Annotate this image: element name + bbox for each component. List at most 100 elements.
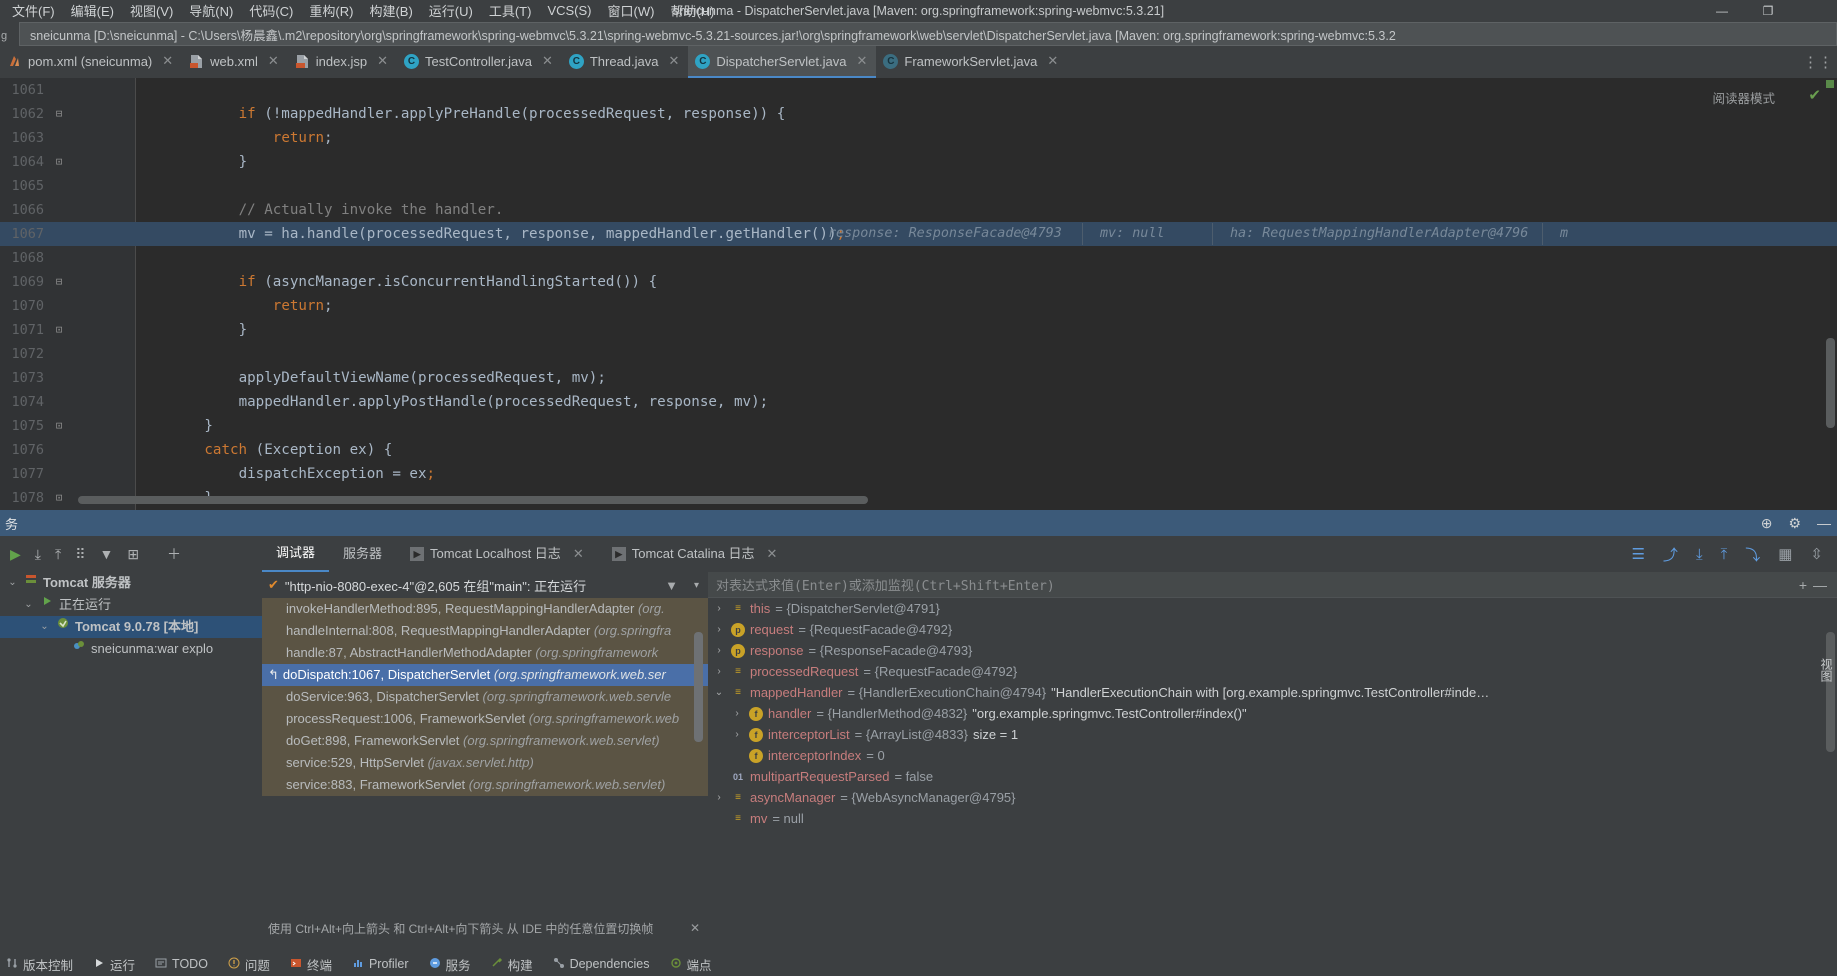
inspection-ok-icon[interactable]: ✔ xyxy=(1808,86,1821,104)
stack-frame-3[interactable]: ↰ doDispatch:1067, DispatcherServlet (org… xyxy=(262,664,708,686)
chevron-right-icon[interactable]: › xyxy=(730,703,744,724)
step-over-icon[interactable]: ⤴ xyxy=(1663,544,1678,565)
run-to-cursor-icon[interactable]: ⤵ xyxy=(1745,544,1760,565)
group-icon[interactable]: ⠿ xyxy=(75,546,85,563)
inline-debug-hint[interactable]: response: ResponseFacade@4793 xyxy=(828,222,1062,246)
stack-frame-0[interactable]: invokeHandlerMethod:895, RequestMappingH… xyxy=(262,598,708,620)
stack-frame-7[interactable]: service:529, HttpServlet (javax.servlet.… xyxy=(262,752,708,774)
code-line[interactable]: 1073 applyDefaultViewName(processedReques… xyxy=(0,366,1837,390)
variable-row-3[interactable]: › ≡ processedRequest = {RequestFacade@4792… xyxy=(708,661,1837,682)
fold-marker-icon[interactable]: ⊡ xyxy=(52,486,66,510)
project-path-field[interactable]: sneicunma [D:\sneicunma] - C:\Users\杨晨鑫\… xyxy=(19,22,1837,46)
menu-item-4[interactable]: 代码(C) xyxy=(241,0,301,22)
variable-row-5[interactable]: › f handler = {HandlerMethod@4832} "org.ex… xyxy=(708,703,1837,724)
close-icon[interactable]: ✕ xyxy=(542,53,553,69)
chevron-down-icon[interactable]: ⌄ xyxy=(6,572,19,594)
close-icon[interactable]: ✕ xyxy=(377,53,388,69)
debug-tab-0[interactable]: 调试器 xyxy=(262,536,330,572)
expand-all-icon[interactable]: ⤓ xyxy=(35,546,41,563)
menu-item-10[interactable]: 窗口(W) xyxy=(600,0,663,22)
variables-side-note[interactable]: 视图 xyxy=(1818,658,1835,682)
code-line[interactable]: 1062 ⊟ if (!mappedHandler.applyPreHandle(p… xyxy=(0,102,1837,126)
code-line[interactable]: 1070 return; xyxy=(0,294,1837,318)
close-icon[interactable]: ✕ xyxy=(573,536,584,572)
tab-overflow-icon[interactable]: ⋮⋮ xyxy=(1803,53,1833,71)
variables-panel[interactable]: 对表达式求值(Enter)或添加监视(Ctrl+Shift+Enter) + —… xyxy=(708,572,1837,940)
debug-tab-1[interactable]: 服务器 xyxy=(329,536,396,572)
chevron-down-icon[interactable]: ▾ xyxy=(694,580,699,591)
menu-item-9[interactable]: VCS(S) xyxy=(539,1,599,20)
thread-selector[interactable]: ✔ "http-nio-8080-exec-4"@2,605 在组"main":… xyxy=(262,572,708,598)
editor-tab-3[interactable]: C TestController.java ✕ xyxy=(397,46,562,78)
code-line[interactable]: 1061 xyxy=(0,78,1837,102)
menu-item-3[interactable]: 导航(N) xyxy=(181,0,241,22)
close-icon[interactable]: ✕ xyxy=(690,921,700,935)
code-line[interactable]: 1069 ⊟ if (asyncManager.isConcurrentHandli… xyxy=(0,270,1837,294)
status-bar-item-8[interactable]: Dependencies xyxy=(553,957,650,972)
code-line[interactable]: 1075 ⊡} xyxy=(0,414,1837,438)
variable-row-4[interactable]: ⌄ ≡ mappedHandler = {HandlerExecutionChain… xyxy=(708,682,1837,703)
code-line[interactable]: 1063 return; xyxy=(0,126,1837,150)
restore-button[interactable]: ❐ xyxy=(1745,0,1791,21)
chevron-right-icon[interactable]: › xyxy=(712,787,726,808)
editor-vertical-scrollbar[interactable] xyxy=(1826,338,1835,428)
minimize-button[interactable]: — xyxy=(1699,0,1745,21)
debug-tab-3[interactable]: ▶ Tomcat Catalina 日志 ✕ xyxy=(598,536,792,572)
variable-row-9[interactable]: › ≡ asyncManager = {WebAsyncManager@4795} xyxy=(708,787,1837,808)
variable-row-8[interactable]: 01 multipartRequestParsed = false xyxy=(708,766,1837,787)
code-line[interactable]: 1071 ⊡} xyxy=(0,318,1837,342)
code-line[interactable]: 1064 ⊡} xyxy=(0,150,1837,174)
status-bar-item-1[interactable]: 运行 xyxy=(93,955,135,974)
menu-item-0[interactable]: 文件(F) xyxy=(4,0,63,22)
services-tree-item-1[interactable]: ⌄ 正在运行 xyxy=(0,594,262,616)
code-line[interactable]: 1065 xyxy=(0,174,1837,198)
step-out-icon[interactable]: ⤒ xyxy=(1721,546,1728,563)
frames-panel[interactable]: ✔ "http-nio-8080-exec-4"@2,605 在组"main":… xyxy=(262,572,708,940)
services-tree-item-3[interactable]: sneicunma:war explo xyxy=(0,638,262,660)
code-line[interactable]: 1072 xyxy=(0,342,1837,366)
collapse-all-icon[interactable]: ⤒ xyxy=(55,546,61,563)
menu-item-6[interactable]: 构建(B) xyxy=(361,0,420,22)
editor-tab-4[interactable]: C Thread.java ✕ xyxy=(562,46,689,78)
evaluate-icon[interactable]: ▦ xyxy=(1778,545,1792,563)
variable-row-2[interactable]: › p response = {ResponseFacade@4793} xyxy=(708,640,1837,661)
remove-watch-button[interactable]: — xyxy=(1813,577,1827,593)
filter-icon[interactable]: ▼ xyxy=(99,546,113,562)
evaluate-input[interactable]: 对表达式求值(Enter)或添加监视(Ctrl+Shift+Enter) xyxy=(716,575,1055,594)
minimize-icon[interactable]: — xyxy=(1817,515,1831,531)
status-bar-item-4[interactable]: 终端 xyxy=(290,955,332,974)
inline-debug-hint[interactable]: ha: RequestMappingHandlerAdapter@4796 xyxy=(1230,222,1528,246)
editor-tab-5[interactable]: C DispatcherServlet.java ✕ xyxy=(688,46,877,78)
menu-item-11[interactable]: 帮助(H) xyxy=(662,0,722,22)
variable-row-10[interactable]: ≡ mv = null xyxy=(708,808,1837,829)
services-tree[interactable]: ⌄ Tomcat 服务器 ⌄ 正在运行 ⌄ Tomcat 9.0.78 [本地] sneic… xyxy=(0,572,262,940)
close-icon[interactable]: ✕ xyxy=(268,53,279,69)
services-tree-item-2[interactable]: ⌄ Tomcat 9.0.78 [本地] xyxy=(0,616,262,638)
stack-frame-4[interactable]: doService:963, DispatcherServlet (org.sp… xyxy=(262,686,708,708)
frames-list[interactable]: invokeHandlerMethod:895, RequestMappingH… xyxy=(262,598,708,796)
chevron-down-icon[interactable]: ⌄ xyxy=(22,594,35,616)
close-icon[interactable]: ✕ xyxy=(1047,53,1058,69)
code-line-current[interactable]: 1067 mv = ha.handle(processedRequest, res… xyxy=(0,222,1837,246)
menu-item-7[interactable]: 运行(U) xyxy=(421,0,481,22)
chevron-down-icon[interactable]: ⌄ xyxy=(38,616,51,638)
code-line[interactable]: 1077 dispatchException = ex; xyxy=(0,462,1837,486)
stack-frame-6[interactable]: doGet:898, FrameworkServlet (org.springf… xyxy=(262,730,708,752)
add-icon[interactable]: ＋ xyxy=(167,544,181,564)
debug-tab-2[interactable]: ▶ Tomcat Localhost 日志 ✕ xyxy=(396,536,598,572)
inline-debug-hint[interactable]: mv: null xyxy=(1100,222,1165,246)
fold-marker-icon[interactable]: ⊡ xyxy=(52,414,66,438)
editor-horizontal-scrollbar[interactable] xyxy=(78,496,868,504)
status-bar-item-7[interactable]: 构建 xyxy=(491,955,533,974)
inline-debug-hint[interactable]: m xyxy=(1560,222,1568,246)
chevron-right-icon[interactable]: › xyxy=(712,598,726,619)
layout-icon[interactable]: ☰ xyxy=(1631,545,1644,563)
code-line[interactable]: 1074 mappedHandler.applyPostHandle(proces… xyxy=(0,390,1837,414)
stack-frame-1[interactable]: handleInternal:808, RequestMappingHandle… xyxy=(262,620,708,642)
target-icon[interactable]: ⊕ xyxy=(1761,515,1773,532)
status-bar-item-0[interactable]: 版本控制 xyxy=(6,955,73,974)
evaluate-expression-bar[interactable]: 对表达式求值(Enter)或添加监视(Ctrl+Shift+Enter) + — xyxy=(708,572,1837,598)
reader-mode-label[interactable]: 阅读器模式 xyxy=(1712,88,1775,107)
code-lines[interactable]: 1061 1062 ⊟ if (!mappedHandler.applyPreHand… xyxy=(0,78,1837,510)
editor-tab-0[interactable]: pom.xml (sneicunma) ✕ xyxy=(0,46,182,78)
